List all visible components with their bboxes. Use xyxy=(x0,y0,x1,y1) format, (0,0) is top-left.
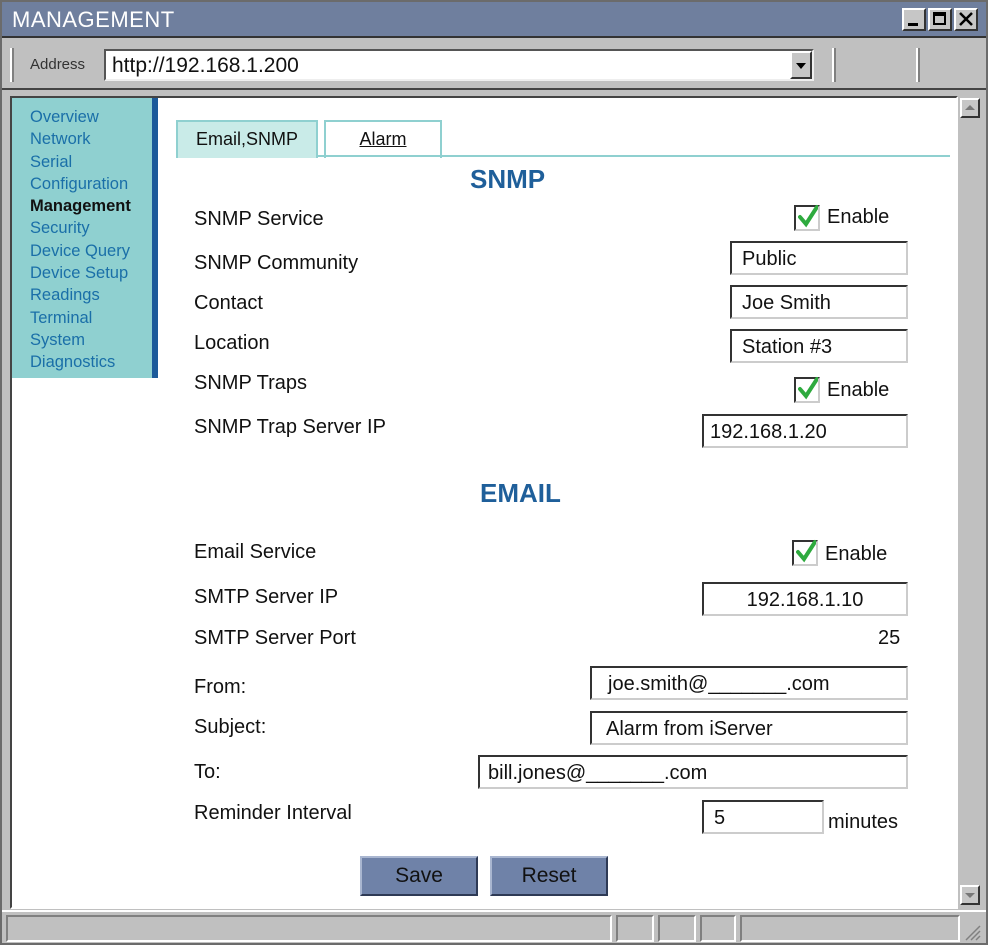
snmp-traps-enable-label: Enable xyxy=(827,379,890,401)
snmp-service-enable-label: Enable xyxy=(827,206,890,228)
save-button[interactable]: Save xyxy=(360,856,478,896)
browser-window: MANAGEMENT Address http://192.168.1.200 … xyxy=(0,0,988,945)
vertical-scrollbar[interactable] xyxy=(958,96,982,909)
chevron-up-icon xyxy=(965,105,975,110)
email-service-label: Email Service xyxy=(194,541,317,563)
window-controls xyxy=(902,8,978,31)
snmp-trap-server-ip-label: SNMP Trap Server IP xyxy=(194,416,386,438)
to-label: To: xyxy=(194,761,221,783)
subject-input[interactable]: Alarm from iServer xyxy=(590,711,908,745)
smtp-server-ip-input[interactable]: 192.168.1.10 xyxy=(702,582,908,616)
checkmark-icon xyxy=(798,205,818,228)
sidebar-item-device-query[interactable]: Device Query xyxy=(12,240,152,262)
sidebar-item-device-setup[interactable]: Device Setup xyxy=(12,262,152,284)
reset-button[interactable]: Reset xyxy=(490,856,608,896)
status-bar xyxy=(2,910,986,943)
maximize-button[interactable] xyxy=(928,8,952,31)
checkmark-icon xyxy=(796,540,816,563)
toolbar-grip[interactable] xyxy=(916,48,920,82)
address-bar: Address http://192.168.1.200 xyxy=(2,40,986,90)
chevron-down-icon xyxy=(796,63,806,69)
resize-grip-icon[interactable] xyxy=(962,922,982,942)
from-input[interactable]: joe.smith@_______.com xyxy=(590,666,908,700)
sidebar-item-serial[interactable]: Serial xyxy=(12,151,152,173)
page-content: Overview Network Serial Configuration Ma… xyxy=(10,96,958,909)
tab-divider xyxy=(318,155,950,157)
subject-label: Subject: xyxy=(194,716,267,738)
snmp-service-checkbox[interactable] xyxy=(794,205,820,231)
email-service-checkbox[interactable] xyxy=(792,540,818,566)
sidebar-item-security[interactable]: Security xyxy=(12,217,152,239)
smtp-server-port-value: 25 xyxy=(878,627,901,649)
status-cell xyxy=(700,915,736,942)
sidebar-item-terminal[interactable]: Terminal xyxy=(12,307,152,329)
email-service-enable-label: Enable xyxy=(825,543,888,565)
snmp-trap-server-ip-input[interactable]: 192.168.1.20 xyxy=(702,414,908,448)
sidebar-nav: Overview Network Serial Configuration Ma… xyxy=(12,98,158,378)
address-label: Address xyxy=(30,56,86,73)
sidebar-item-readings[interactable]: Readings xyxy=(12,284,152,306)
smtp-server-ip-label: SMTP Server IP xyxy=(194,586,339,608)
minimize-icon xyxy=(908,23,918,26)
window-title: MANAGEMENT xyxy=(12,7,175,32)
address-dropdown-button[interactable] xyxy=(790,51,812,79)
sidebar-item-configuration[interactable]: Configuration xyxy=(12,173,152,195)
sidebar-item-overview[interactable]: Overview xyxy=(12,106,152,128)
chevron-down-icon xyxy=(965,893,975,898)
scroll-up-button[interactable] xyxy=(960,98,980,118)
email-heading: EMAIL xyxy=(480,478,561,508)
snmp-traps-checkbox[interactable] xyxy=(794,377,820,403)
status-cell xyxy=(6,915,612,942)
toolbar-grip[interactable] xyxy=(10,48,14,82)
sidebar-item-management[interactable]: Management xyxy=(12,195,152,217)
minimize-button[interactable] xyxy=(902,8,926,31)
sidebar-item-network[interactable]: Network xyxy=(12,128,152,150)
close-button[interactable] xyxy=(954,8,978,31)
smtp-server-port-label: SMTP Server Port xyxy=(194,627,356,649)
location-label: Location xyxy=(194,332,270,354)
snmp-traps-label: SNMP Traps xyxy=(194,372,307,394)
contact-input[interactable]: Joe Smith xyxy=(730,285,908,319)
to-input[interactable]: bill.jones@_______.com xyxy=(478,755,908,789)
status-cell xyxy=(740,915,960,942)
status-cell xyxy=(658,915,696,942)
sidebar-item-diagnostics[interactable]: Diagnostics xyxy=(12,351,152,373)
reminder-interval-input[interactable]: 5 xyxy=(702,800,824,834)
maximize-icon xyxy=(933,12,946,25)
from-label: From: xyxy=(194,676,247,698)
snmp-service-label: SNMP Service xyxy=(194,208,324,230)
toolbar-grip[interactable] xyxy=(832,48,836,82)
tab-email-snmp[interactable]: Email,SNMP xyxy=(176,120,318,158)
reminder-interval-label: Reminder Interval xyxy=(194,802,352,824)
close-icon xyxy=(959,12,973,26)
snmp-heading: SNMP xyxy=(470,164,546,194)
title-bar: MANAGEMENT xyxy=(2,2,986,38)
status-cell xyxy=(616,915,654,942)
scroll-down-button[interactable] xyxy=(960,885,980,905)
snmp-community-input[interactable]: Public xyxy=(730,241,908,275)
tab-alarm[interactable]: Alarm xyxy=(324,120,442,158)
contact-label: Contact xyxy=(194,292,263,314)
checkmark-icon xyxy=(798,377,818,400)
snmp-community-label: SNMP Community xyxy=(194,252,359,274)
reminder-interval-unit: minutes xyxy=(828,811,899,833)
sidebar-item-system[interactable]: System xyxy=(12,329,152,351)
address-input[interactable]: http://192.168.1.200 xyxy=(104,49,814,81)
location-input[interactable]: Station #3 xyxy=(730,329,908,363)
